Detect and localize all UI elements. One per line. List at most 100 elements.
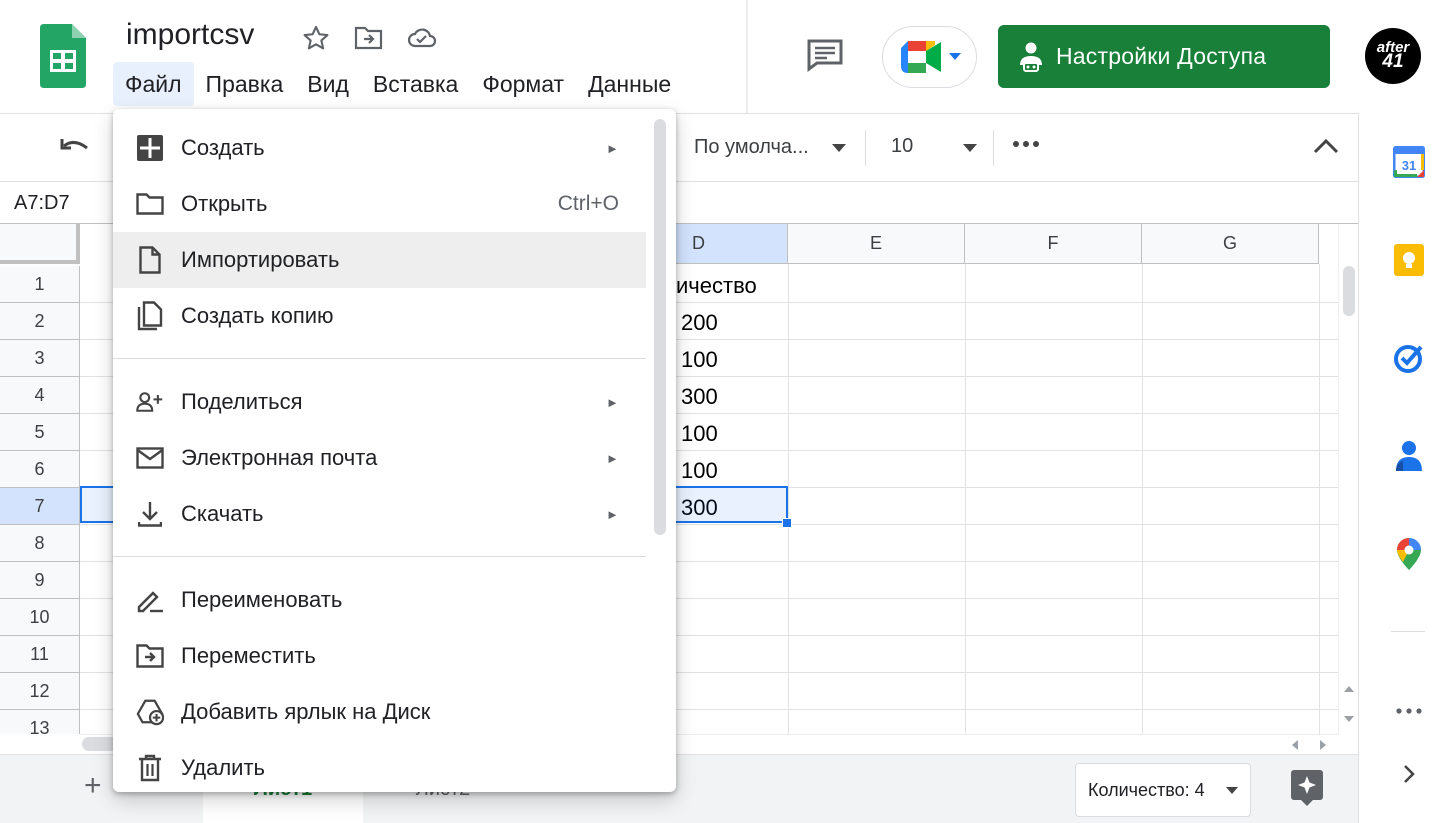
move-folder-icon[interactable] [353,22,385,54]
plus-box-icon [136,134,164,162]
svg-text:31: 31 [1402,158,1416,173]
row-header[interactable]: 1 [0,266,80,303]
explore-icon[interactable] [1290,769,1324,807]
trash-icon [136,754,164,782]
scroll-up-icon[interactable] [1344,686,1354,692]
vertical-scrollbar[interactable] [1338,224,1358,734]
row-header[interactable]: 10 [0,599,80,636]
row-header[interactable]: 5 [0,414,80,451]
menu-file[interactable]: Файл [113,62,194,106]
fill-handle[interactable] [782,518,792,528]
menu-item-label: Создать копию [181,303,334,328]
column-header-g[interactable]: G [1142,224,1319,264]
row-header[interactable]: 4 [0,377,80,414]
chevron-right-icon[interactable] [1392,757,1426,791]
keep-icon[interactable] [1392,243,1426,277]
share-button[interactable]: Настройки Доступа [998,25,1330,88]
font-size-select[interactable]: 10 [891,135,913,158]
calendar-icon[interactable]: 31 [1392,145,1426,179]
menu-format[interactable]: Формат [470,62,576,106]
row-header[interactable]: 2 [0,303,80,340]
select-all-corner[interactable] [0,224,80,264]
grid-line [1319,264,1320,734]
column-header-e[interactable]: E [788,224,965,264]
chevron-down-icon [948,53,961,61]
menu-item-move[interactable]: Переместить [113,628,646,684]
row-header[interactable]: 7 [0,488,80,525]
menu-data[interactable]: Данные [576,62,683,106]
menu-item-rename[interactable]: Переименовать [113,572,646,628]
cell-d5[interactable]: 100 [681,421,718,447]
name-box[interactable]: A7:D7 [14,192,70,215]
summary-select[interactable]: Количество: 4 [1075,763,1251,817]
row-header[interactable]: 6 [0,451,80,488]
row-header[interactable]: 9 [0,562,80,599]
menu-item-import[interactable]: Импортировать [113,232,646,288]
menu-edit[interactable]: Правка [194,62,296,106]
side-panel: 31 [1358,113,1456,823]
menu-item-create[interactable]: Создать ► [113,120,646,176]
toolbar-divider [993,130,994,166]
avatar[interactable]: after 41 [1365,28,1421,84]
cell-d4[interactable]: 300 [681,384,718,410]
chevron-down-icon [1226,787,1238,794]
more-addons-icon[interactable] [1392,694,1426,728]
menu-insert[interactable]: Вставка [361,62,471,106]
menu-item-make-copy[interactable]: Создать копию [113,288,646,344]
menu-item-email[interactable]: Электронная почта ► [113,430,646,486]
row-header[interactable]: 8 [0,525,80,562]
scroll-right-icon[interactable] [1320,740,1326,750]
cell-d6[interactable]: 100 [681,458,718,484]
tasks-icon[interactable] [1392,341,1426,375]
avatar-text-line2: 41 [1382,51,1404,73]
scroll-down-icon[interactable] [1344,716,1354,722]
menu-item-download[interactable]: Скачать ► [113,486,646,542]
toolbar-divider [865,130,866,166]
menu-item-label: Импортировать [181,247,340,272]
cell-d3[interactable]: 100 [681,347,718,373]
menu-item-add-shortcut[interactable]: Добавить ярлык на Диск [113,684,646,740]
menu-item-delete[interactable]: Удалить [113,740,646,792]
maps-icon[interactable] [1392,537,1426,571]
menu-view[interactable]: Вид [295,62,361,106]
meet-button[interactable] [882,26,977,88]
font-dropdown-icon[interactable] [832,144,846,152]
menu-item-share[interactable]: Поделиться ► [113,374,646,430]
chevron-up-icon[interactable] [1313,138,1339,154]
drive-shortcut-icon [136,698,164,726]
add-sheet-icon[interactable]: + [84,769,102,803]
summary-label: Количество: 4 [1088,779,1205,800]
scroll-left-icon[interactable] [1292,740,1298,750]
menu-item-label: Переименовать [181,587,343,612]
file-menu-dropdown: Создать ► Открыть Ctrl+O Импортировать С… [113,109,676,792]
row-header[interactable]: 13 [0,710,80,734]
star-icon[interactable] [300,22,332,54]
cell-d2[interactable]: 200 [681,310,718,336]
undo-icon[interactable] [60,136,92,160]
menu-scrollbar[interactable] [654,119,666,535]
sheets-logo-icon[interactable] [40,24,86,88]
grid-line [965,264,966,734]
file-icon [136,246,164,274]
font-size-dropdown-icon[interactable] [963,144,977,152]
scrollbar-thumb[interactable] [1343,266,1355,316]
menu-divider [113,358,646,359]
cell-d1[interactable]: ичество [676,273,757,299]
row-header[interactable]: 3 [0,340,80,377]
comments-icon[interactable] [800,30,850,80]
font-family-select[interactable]: По умолча... [694,136,809,159]
column-header-f[interactable]: F [965,224,1142,264]
row-header[interactable]: 11 [0,636,80,673]
grid-line [788,264,789,734]
row-header[interactable]: 12 [0,673,80,710]
menu-item-open[interactable]: Открыть Ctrl+O [113,176,646,232]
cloud-saved-icon[interactable] [406,22,438,54]
more-options-icon[interactable] [1012,140,1040,148]
document-title[interactable]: importcsv [126,18,254,52]
menu-item-label: Скачать [181,501,264,526]
app-header: importcsv Файл Правка Вид Вставка Формат… [0,0,1456,113]
person-add-icon [136,388,164,416]
submenu-arrow-icon: ► [606,450,619,466]
side-panel-divider [1391,631,1425,632]
contacts-icon[interactable] [1392,439,1426,473]
